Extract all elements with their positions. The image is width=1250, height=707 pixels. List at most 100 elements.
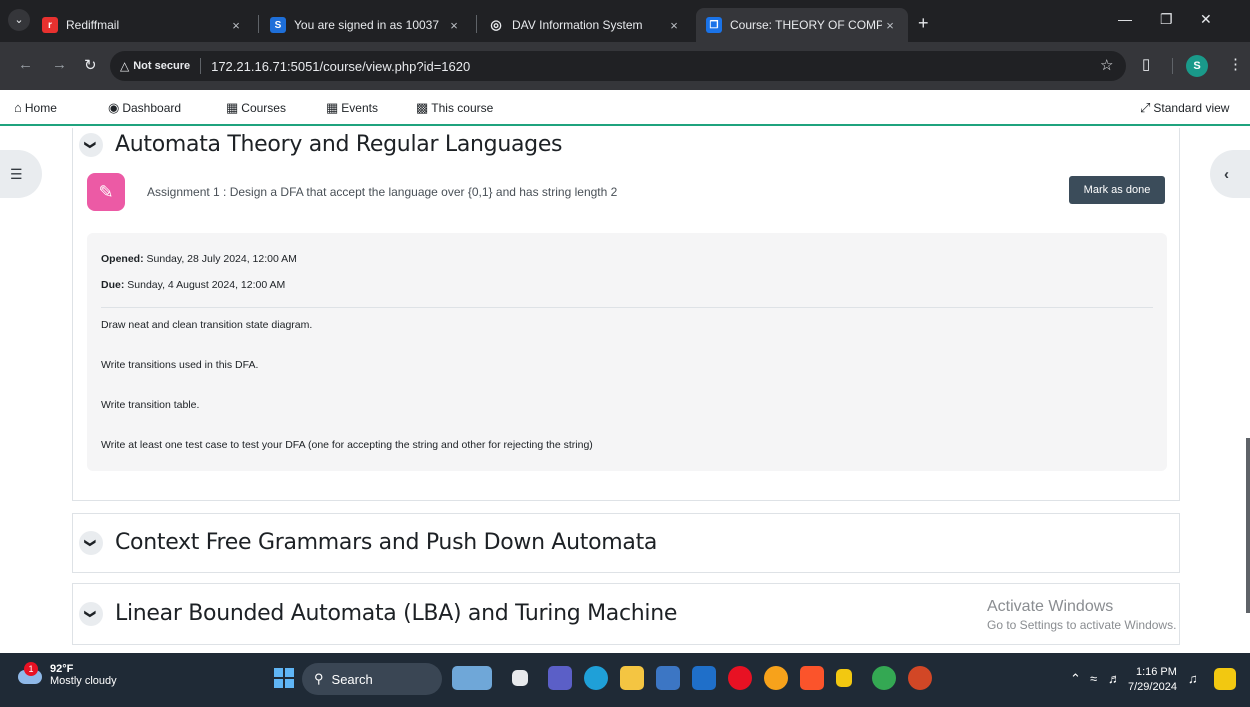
tab-rediffmail[interactable]: r Rediffmail ×: [32, 8, 254, 42]
window-close-icon[interactable]: ✕: [1200, 11, 1212, 28]
warning-icon: △: [120, 59, 130, 73]
tab-title: Rediffmail: [66, 18, 120, 32]
search-label: Search: [331, 671, 373, 687]
teams-icon[interactable]: [548, 666, 572, 690]
copilot-icon[interactable]: [1214, 668, 1236, 690]
chevron-down-icon[interactable]: ❯: [79, 601, 103, 626]
close-icon[interactable]: ×: [228, 18, 244, 33]
windows-taskbar: 1 92°F Mostly cloudy ⚲ Search ⌃ ≈ ♬ 1:16…: [0, 653, 1250, 707]
not-secure-label[interactable]: Not secure: [133, 60, 190, 72]
opened-value: Sunday, 28 July 2024, 12:00 AM: [146, 253, 297, 265]
back-icon[interactable]: ←: [18, 56, 33, 73]
bookmark-star-icon[interactable]: ☆: [1100, 56, 1113, 74]
mail-icon[interactable]: [692, 666, 716, 690]
profile-avatar[interactable]: S: [1186, 55, 1208, 77]
assignment-link[interactable]: Assignment 1 : Design a DFA that accept …: [147, 185, 617, 199]
temperature: 92°F: [50, 663, 74, 675]
opened-date: Opened: Sunday, 28 July 2024, 12:00 AM: [101, 253, 297, 265]
mark-as-done-button[interactable]: Mark as done: [1069, 176, 1165, 204]
section-title[interactable]: Linear Bounded Automata (LBA) and Turing…: [115, 601, 677, 626]
weather-widget[interactable]: 1 92°F Mostly cloudy: [14, 662, 117, 687]
nav-this-course-label: This course: [431, 101, 494, 115]
chrome-canary-icon[interactable]: [764, 666, 788, 690]
toolbar-divider: [1172, 58, 1173, 74]
tab-divider: [476, 15, 477, 33]
nav-this-course[interactable]: ▩ This course: [416, 100, 493, 116]
scrollbar-thumb[interactable]: [1246, 438, 1250, 613]
nav-standard-view[interactable]: ⤢ Standard view: [1140, 100, 1229, 116]
file-explorer-icon[interactable]: [620, 666, 644, 690]
speaker-icon[interactable]: ♬: [1108, 671, 1121, 686]
section-header[interactable]: ❯ Linear Bounded Automata (LBA) and Turi…: [79, 601, 677, 626]
widgets-icon[interactable]: [452, 666, 492, 690]
watermark-subtitle: Go to Settings to activate Windows.: [987, 618, 1177, 632]
tab-dav-information-system[interactable]: ◎ DAV Information System ×: [478, 8, 692, 42]
chevron-down-icon[interactable]: ❯: [79, 132, 103, 157]
nav-courses[interactable]: ▦ Courses: [226, 100, 286, 116]
assignment-icon: ✎: [87, 173, 125, 211]
assignment-details: Opened: Sunday, 28 July 2024, 12:00 AM D…: [87, 233, 1167, 471]
chrome-icon[interactable]: [872, 666, 896, 690]
chevron-left-icon: ‹: [1224, 165, 1229, 183]
extensions-icon[interactable]: ▯: [1142, 55, 1150, 73]
nav-events[interactable]: ▦ Events: [326, 100, 378, 116]
clock-date: 7/29/2024: [1128, 681, 1177, 693]
globe-icon: ◎: [490, 17, 502, 32]
section-header[interactable]: ❯ Automata Theory and Regular Languages: [79, 132, 563, 157]
tab-search-icon[interactable]: ⌄: [8, 9, 30, 31]
nav-dashboard[interactable]: ◉ Dashboard: [108, 100, 181, 116]
close-icon[interactable]: ×: [882, 18, 898, 33]
tab-course-theory-of-computation[interactable]: ❐ Course: THEORY OF COMPUTE ×: [696, 8, 908, 42]
nav-dashboard-label: Dashboard: [122, 101, 182, 115]
minimize-icon[interactable]: —: [1118, 11, 1132, 27]
activate-windows-watermark: Activate Windows Go to Settings to activ…: [987, 598, 1176, 632]
new-tab-button[interactable]: +: [918, 13, 929, 34]
course-index-toggle[interactable]: ☰: [0, 150, 42, 198]
description-line: Write transitions used in this DFA.: [101, 359, 259, 371]
assignment-activity: ✎ Assignment 1 : Design a DFA that accep…: [87, 173, 1167, 223]
brave-icon[interactable]: [800, 666, 824, 690]
tab-title: Course: THEORY OF COMPUTE: [730, 18, 882, 32]
section-title[interactable]: Automata Theory and Regular Languages: [115, 132, 563, 157]
divider: [200, 58, 202, 74]
address-bar[interactable]: △ Not secure 172.21.16.71:5051/course/vi…: [110, 51, 1126, 81]
course-section: ❯ Context Free Grammars and Push Down Au…: [72, 513, 1180, 573]
notification-badge: 1: [24, 662, 38, 676]
tab-title: You are signed in as 10037: [294, 18, 440, 32]
app-icon[interactable]: [836, 669, 852, 687]
forward-icon[interactable]: →: [52, 56, 67, 73]
opera-icon[interactable]: [728, 666, 752, 690]
taskbar-search[interactable]: ⚲ Search: [302, 663, 442, 695]
course-section: ❯ Automata Theory and Regular Languages …: [72, 128, 1180, 501]
task-view-icon[interactable]: [512, 670, 528, 686]
section-header[interactable]: ❯ Context Free Grammars and Push Down Au…: [79, 530, 657, 555]
divider: [101, 307, 1153, 308]
chevron-down-icon[interactable]: ❯: [79, 530, 103, 555]
section-title[interactable]: Context Free Grammars and Push Down Auto…: [115, 530, 657, 555]
url-text[interactable]: 172.21.16.71:5051/course/view.php?id=162…: [211, 59, 470, 74]
reload-icon[interactable]: ↻: [84, 56, 97, 74]
edge-icon[interactable]: [584, 666, 608, 690]
compress-icon: ⤢: [1140, 100, 1151, 115]
due-date: Due: Sunday, 4 August 2024, 12:00 AM: [101, 279, 285, 291]
weather-status: Mostly cloudy: [50, 675, 117, 687]
windows-start-icon[interactable]: [274, 668, 294, 688]
block-drawer-toggle[interactable]: ‹: [1210, 150, 1250, 198]
chevron-up-icon[interactable]: ⌃: [1070, 671, 1081, 687]
close-icon[interactable]: ×: [666, 18, 682, 33]
restore-icon[interactable]: ❐: [1160, 11, 1173, 28]
nav-home-label: Home: [24, 100, 57, 115]
wifi-icon[interactable]: ≈: [1090, 671, 1097, 686]
nav-home[interactable]: ⌂ Home: [14, 100, 57, 115]
tab-signed-in[interactable]: S You are signed in as 10037 ×: [260, 8, 472, 42]
browser-toolbar: ← → ↻ △ Not secure 172.21.16.71:5051/cou…: [0, 42, 1250, 90]
more-menu-icon[interactable]: ⋮: [1228, 55, 1243, 73]
clock[interactable]: 1:16 PM 7/29/2024: [1128, 665, 1177, 695]
nav-courses-label: Courses: [241, 101, 286, 115]
description-line: Write at least one test case to test you…: [101, 439, 593, 451]
powerpoint-icon[interactable]: [908, 666, 932, 690]
store-icon[interactable]: [656, 666, 680, 690]
close-icon[interactable]: ×: [446, 18, 462, 33]
s-logo-icon: S: [270, 17, 286, 33]
notification-bell-icon[interactable]: ♫: [1188, 671, 1198, 686]
